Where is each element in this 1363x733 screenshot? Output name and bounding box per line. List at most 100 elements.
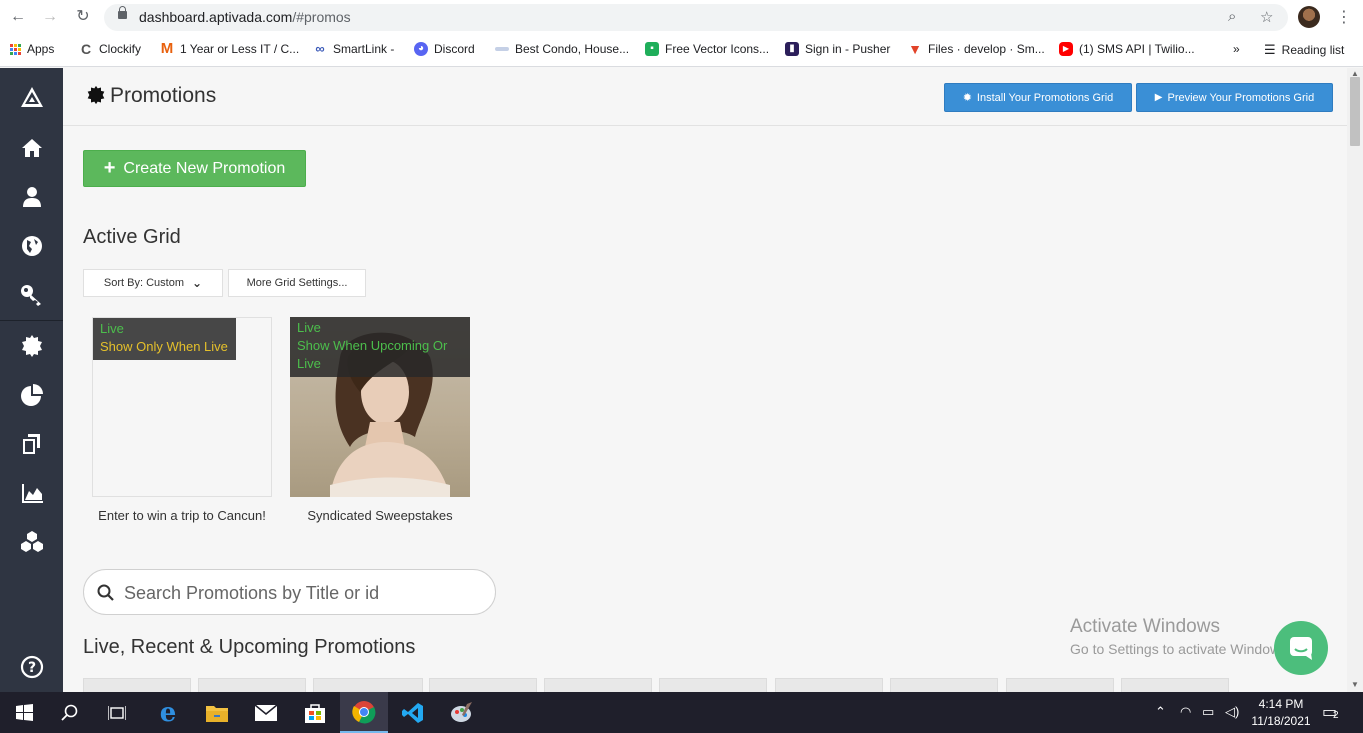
promo-card[interactable]: Live Show When Upcoming Or Live Syndicat…: [290, 317, 470, 523]
filter-tab[interactable]: [198, 678, 306, 692]
profile-avatar[interactable]: [1298, 6, 1320, 28]
clockify-icon: C: [80, 41, 92, 57]
bookmark-twilio[interactable]: ▶ (1) SMS API | Twilio...: [1059, 42, 1195, 56]
pie-chart-icon[interactable]: [0, 375, 63, 415]
menu-kebab-icon[interactable]: ⋮: [1336, 7, 1352, 27]
chat-launcher-button[interactable]: [1274, 621, 1328, 675]
search-box[interactable]: [83, 569, 496, 615]
bookmark-label: Best Condo, House...: [515, 42, 630, 56]
filter-tab[interactable]: [775, 678, 883, 692]
help-icon[interactable]: ?: [0, 647, 63, 687]
paint-icon[interactable]: [438, 692, 486, 733]
reading-list-label: Reading list: [1281, 43, 1345, 57]
visibility-label: Show When Upcoming Or Live: [297, 338, 448, 371]
promo-card-title[interactable]: Syndicated Sweepstakes: [290, 508, 470, 523]
grid-settings-button[interactable]: More Grid Settings...: [228, 269, 366, 297]
promotions-section-title: Live, Recent & Upcoming Promotions: [83, 636, 416, 658]
mail-icon[interactable]: [242, 692, 290, 733]
sidebar-divider: [0, 320, 63, 321]
star-icon[interactable]: ☆: [1260, 8, 1273, 26]
bookmarks-overflow-button[interactable]: »: [1233, 42, 1240, 56]
promo-card[interactable]: Live Show Only When Live Enter to win a …: [92, 317, 272, 523]
bookmark-clockify[interactable]: C Clockify: [79, 42, 141, 56]
forward-arrow-icon[interactable]: →: [41, 8, 59, 26]
bookmark-gitlab[interactable]: ▼ Files · develop · Sm...: [908, 42, 1045, 56]
filter-tab[interactable]: [313, 678, 423, 692]
chrome-icon[interactable]: [340, 692, 388, 733]
promo-card-image[interactable]: Live Show When Upcoming Or Live: [290, 317, 470, 497]
reading-list-icon: ☰: [1264, 42, 1276, 57]
filter-tab[interactable]: [429, 678, 537, 692]
pusher-icon: ▮: [785, 42, 799, 56]
page-scrollbar[interactable]: ▲ ▼: [1347, 68, 1363, 692]
sort-dropdown[interactable]: Sort By: Custom ⌄: [83, 269, 223, 297]
edge-icon[interactable]: e: [144, 692, 192, 733]
bookmark-label: Apps: [27, 42, 55, 56]
bookmark-label: Files · develop · Sm...: [928, 42, 1045, 56]
bookmark-pusher[interactable]: ▮ Sign in - Pusher: [785, 42, 890, 56]
bookmark-label: SmartLink -: [333, 42, 395, 56]
active-grid-title: Active Grid: [83, 226, 181, 248]
key-icon[interactable]: [0, 275, 63, 315]
bookmark-smartlink[interactable]: ∞ SmartLink -: [313, 42, 395, 57]
clock-date: 11/18/2021: [1251, 714, 1311, 728]
create-promotion-button[interactable]: + Create New Promotion: [83, 150, 306, 187]
promo-card-title[interactable]: Enter to win a trip to Cancun!: [92, 508, 272, 523]
bookmark-condo[interactable]: Best Condo, House...: [495, 42, 629, 56]
system-clock[interactable]: 4:14 PM 11/18/2021: [1250, 696, 1312, 730]
filter-tab[interactable]: [1006, 678, 1114, 692]
status-live: Live: [100, 321, 124, 336]
activation-title: Activate Windows: [1070, 616, 1220, 637]
scroll-down-icon[interactable]: ▼: [1351, 680, 1359, 689]
volume-icon[interactable]: ◁): [1225, 704, 1239, 720]
install-grid-button[interactable]: ✹ Install Your Promotions Grid: [944, 83, 1132, 112]
m-logo-icon: M: [160, 40, 174, 57]
task-view-icon[interactable]: [93, 692, 141, 733]
filter-tab[interactable]: [544, 678, 652, 692]
search-icon[interactable]: [46, 692, 94, 733]
bookmark-apps[interactable]: Apps: [10, 42, 54, 56]
play-icon: ▶: [1154, 92, 1163, 103]
filter-tab[interactable]: [890, 678, 998, 692]
discord-icon: ◕: [414, 42, 428, 56]
store-icon[interactable]: [291, 692, 339, 733]
reload-icon[interactable]: ↻: [74, 8, 92, 26]
install-grid-label: Install Your Promotions Grid: [976, 91, 1114, 104]
filter-tab[interactable]: [659, 678, 767, 692]
reading-list-button[interactable]: ☰ Reading list: [1264, 42, 1344, 58]
preview-grid-label: Preview Your Promotions Grid: [1167, 91, 1315, 104]
plus-icon: +: [103, 157, 116, 179]
copy-icon[interactable]: [0, 424, 63, 464]
gear-icon[interactable]: [0, 326, 63, 366]
filter-tab[interactable]: [83, 678, 191, 692]
search-input[interactable]: [124, 580, 484, 606]
globe-icon[interactable]: [0, 226, 63, 266]
filter-tab[interactable]: [1121, 678, 1229, 692]
tray-overflow-icon[interactable]: ⌃: [1155, 704, 1166, 720]
youtube-icon: ▶: [1059, 42, 1073, 56]
preview-grid-button[interactable]: ▶ Preview Your Promotions Grid: [1136, 83, 1333, 112]
windows-start-icon[interactable]: [0, 692, 48, 733]
bookmark-it-jobs[interactable]: M 1 Year or Less IT / C...: [160, 40, 299, 57]
bookmark-label: Clockify: [99, 42, 142, 56]
scroll-thumb[interactable]: [1350, 77, 1360, 146]
gear-icon: [87, 85, 105, 105]
user-icon[interactable]: [0, 177, 63, 217]
promo-card-image[interactable]: Live Show Only When Live: [92, 317, 272, 497]
bookmark-discord[interactable]: ◕ Discord: [414, 42, 475, 56]
zoom-icon[interactable]: ⌕: [1228, 8, 1236, 25]
gear-icon: ✹: [962, 92, 972, 104]
area-chart-icon[interactable]: [0, 473, 63, 513]
notification-center[interactable]: ▭ 2: [1322, 702, 1339, 722]
vscode-icon[interactable]: [389, 692, 437, 733]
status-live: Live: [297, 320, 321, 335]
logo-icon[interactable]: [0, 77, 63, 117]
address-bar[interactable]: dashboard.aptivada.com/#promos ⌕ ☆: [104, 4, 1288, 31]
back-arrow-icon[interactable]: ←: [9, 8, 27, 26]
home-icon[interactable]: [0, 128, 63, 168]
cubes-icon[interactable]: [0, 522, 63, 562]
bookmark-vector-icons[interactable]: ▪ Free Vector Icons...: [645, 42, 769, 56]
file-explorer-icon[interactable]: [193, 692, 241, 733]
wifi-icon[interactable]: ◠: [1180, 704, 1191, 720]
battery-icon[interactable]: ▭: [1202, 704, 1214, 720]
